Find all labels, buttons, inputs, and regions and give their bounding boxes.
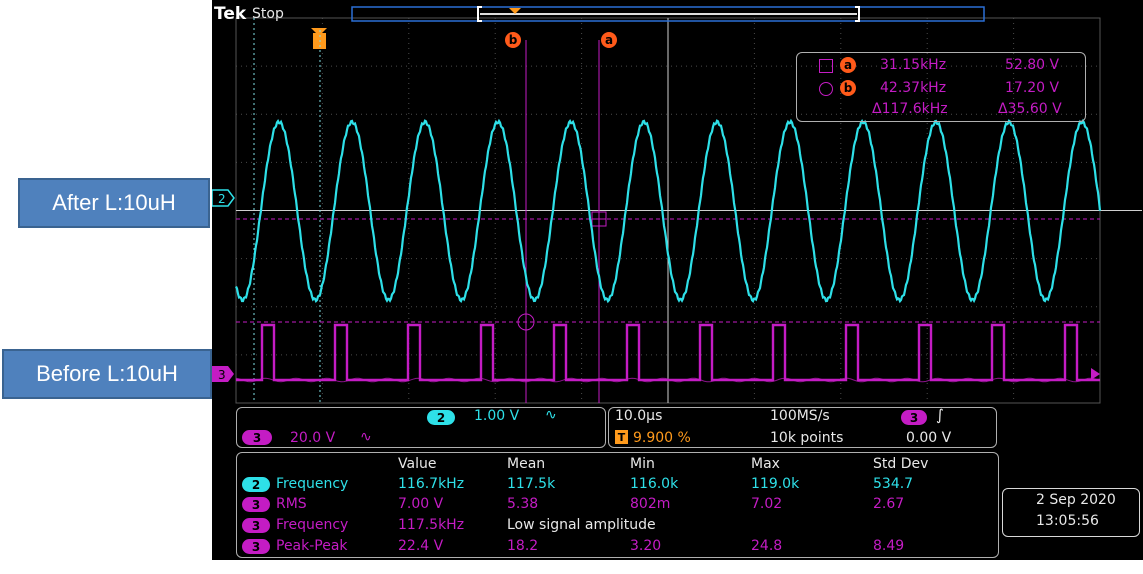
acquisition-state[interactable]: Stop bbox=[252, 6, 284, 22]
measurement-mean: 18.2 bbox=[507, 538, 539, 554]
channel-2-ground-label: 2 bbox=[218, 192, 226, 206]
measurement-value: 22.4 V bbox=[398, 538, 444, 554]
channel-3-ground-label: 3 bbox=[218, 368, 226, 382]
col-header-value: Value bbox=[398, 456, 437, 472]
time-display: 13:05:56 bbox=[1036, 513, 1099, 529]
measurement-name: RMS bbox=[276, 496, 307, 512]
trigger-source-badge[interactable]: 3 bbox=[901, 410, 927, 425]
circle-cursor-icon bbox=[819, 82, 833, 96]
cursor-a-badge: a bbox=[840, 57, 856, 73]
ac-coupling-icon: ∿ bbox=[545, 407, 557, 423]
channel-3-scale[interactable]: 20.0 V bbox=[290, 430, 335, 446]
measurement-min: 116.0k bbox=[630, 476, 679, 492]
measurement-name: Peak-Peak bbox=[276, 538, 348, 554]
measurement-name: Frequency bbox=[276, 476, 349, 492]
square-cursor-icon bbox=[819, 59, 833, 73]
record-length: 10k points bbox=[770, 430, 844, 446]
measurement-max: 119.0k bbox=[751, 476, 800, 492]
cursor-b-voltage: 17.20 V bbox=[1005, 80, 1060, 96]
measurement-max: 7.02 bbox=[751, 496, 783, 512]
col-header-std-dev: Std Dev bbox=[873, 456, 929, 472]
before-inductor-label: Before L:10uH bbox=[2, 349, 212, 399]
cursor-b-marker[interactable]: b bbox=[505, 32, 521, 48]
date-display: 2 Sep 2020 bbox=[1036, 492, 1116, 508]
trigger-level-marker bbox=[1091, 368, 1100, 380]
oscilloscope-screen: 2 3 Tek Stop b a a 31.15kHz 52.80 V b 42.… bbox=[212, 0, 1143, 560]
horizontal-scale[interactable]: 10.0µs bbox=[615, 408, 662, 424]
col-header-min: Min bbox=[630, 456, 655, 472]
cursor-delta-frequency: Δ117.6kHz bbox=[872, 101, 948, 117]
trigger-position: 9.900 % bbox=[633, 430, 691, 446]
measurement-std-dev: 2.67 bbox=[873, 496, 905, 512]
sample-rate: 100MS/s bbox=[770, 408, 830, 424]
measurement-mean: 5.38 bbox=[507, 496, 539, 512]
measurement-warning: Low signal amplitude bbox=[507, 517, 656, 533]
measurement-channel-badge[interactable]: 3 bbox=[242, 497, 270, 512]
trigger-level[interactable]: 0.00 V bbox=[906, 430, 951, 446]
after-inductor-label: After L:10uH bbox=[18, 178, 210, 228]
measurement-name: Frequency bbox=[276, 517, 349, 533]
col-header-max: Max bbox=[751, 456, 780, 472]
cursor-delta-voltage: Δ35.60 V bbox=[998, 101, 1062, 117]
measurement-max: 24.8 bbox=[751, 538, 783, 554]
measurement-std-dev: 534.7 bbox=[873, 476, 914, 492]
measurement-min: 3.20 bbox=[630, 538, 662, 554]
trigger-position-icon: T bbox=[615, 430, 628, 444]
channel-2-badge[interactable]: 2 bbox=[427, 410, 455, 425]
measurement-mean: 117.5k bbox=[507, 476, 556, 492]
measurement-value: 116.7kHz bbox=[398, 476, 465, 492]
channel-3-badge[interactable]: 3 bbox=[242, 430, 272, 445]
measurement-min: 802m bbox=[630, 496, 671, 512]
cursor-a-marker[interactable]: a bbox=[601, 32, 617, 48]
measurement-value: 117.5kHz bbox=[398, 517, 465, 533]
measurement-value: 7.00 V bbox=[398, 496, 444, 512]
channel-2-scale[interactable]: 1.00 V bbox=[474, 408, 519, 424]
measurement-channel-badge[interactable]: 3 bbox=[242, 539, 270, 554]
measurement-channel-badge[interactable]: 3 bbox=[242, 518, 270, 533]
cursor-b-frequency: 42.37kHz bbox=[880, 80, 947, 96]
col-header-mean: Mean bbox=[507, 456, 546, 472]
brand-logo: Tek bbox=[214, 4, 247, 24]
cursor-b-badge: b bbox=[840, 80, 856, 96]
cursor-a-frequency: 31.15kHz bbox=[880, 57, 947, 73]
ac-coupling-icon: ∿ bbox=[360, 429, 372, 445]
cursor-a-voltage: 52.80 V bbox=[1005, 57, 1060, 73]
measurement-channel-badge[interactable]: 2 bbox=[242, 477, 270, 492]
measurement-std-dev: 8.49 bbox=[873, 538, 905, 554]
rising-edge-icon: ∫ bbox=[936, 406, 944, 424]
